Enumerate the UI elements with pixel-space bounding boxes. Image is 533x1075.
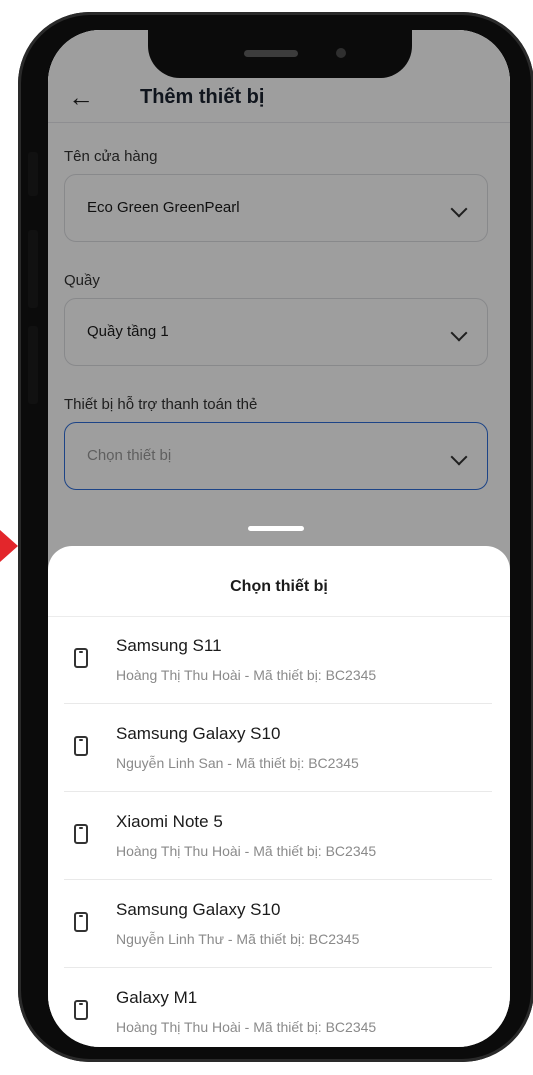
device-name: Galaxy M1 [116, 988, 198, 1007]
smartphone-icon [74, 912, 88, 932]
phone-notch [148, 30, 412, 78]
device-picker-sheet: Chọn thiết bị Samsung S11 Hoàng Thị Thu … [48, 546, 510, 1047]
pointer-arrow-icon [0, 530, 18, 562]
phone-volume-down-button [28, 326, 38, 404]
list-item[interactable]: Galaxy M1 Hoàng Thị Thu Hoài - Mã thiết … [64, 968, 492, 1047]
device-name: Samsung Galaxy S10 [116, 900, 281, 919]
phone-volume-up-button [28, 230, 38, 308]
sheet-title: Chọn thiết bị [230, 578, 328, 595]
device-subtitle: Hoàng Thị Thu Hoài - Mã thiết bị: BC2345 [116, 843, 377, 859]
device-name: Samsung Galaxy S10 [116, 724, 281, 743]
list-item[interactable]: Samsung S11 Hoàng Thị Thu Hoài - Mã thiế… [64, 616, 492, 704]
list-item[interactable]: Xiaomi Note 5 Hoàng Thị Thu Hoài - Mã th… [64, 792, 492, 880]
device-subtitle: Hoàng Thị Thu Hoài - Mã thiết bị: BC2345 [116, 667, 377, 683]
device-subtitle: Nguyễn Linh Thư - Mã thiết bị: BC2345 [116, 931, 360, 947]
speaker-grille [244, 50, 298, 57]
phone-screen: ← Thêm thiết bị Tên cửa hàng Eco Green G… [48, 30, 510, 1047]
list-item[interactable]: Samsung Galaxy S10 Nguyễn Linh Thư - Mã … [64, 880, 492, 968]
sheet-drag-handle[interactable] [248, 526, 304, 531]
list-item[interactable]: Samsung Galaxy S10 Nguyễn Linh San - Mã … [64, 704, 492, 792]
smartphone-icon [74, 736, 88, 756]
smartphone-icon [74, 648, 88, 668]
device-subtitle: Nguyễn Linh San - Mã thiết bị: BC2345 [116, 755, 359, 771]
smartphone-icon [74, 1000, 88, 1020]
front-camera [336, 48, 346, 58]
device-name: Samsung S11 [116, 636, 222, 655]
device-list: Samsung S11 Hoàng Thị Thu Hoài - Mã thiế… [48, 616, 510, 1047]
smartphone-icon [74, 824, 88, 844]
phone-side-button [28, 152, 38, 196]
device-name: Xiaomi Note 5 [116, 812, 223, 831]
device-subtitle: Hoàng Thị Thu Hoài - Mã thiết bị: BC2345 [116, 1019, 377, 1035]
